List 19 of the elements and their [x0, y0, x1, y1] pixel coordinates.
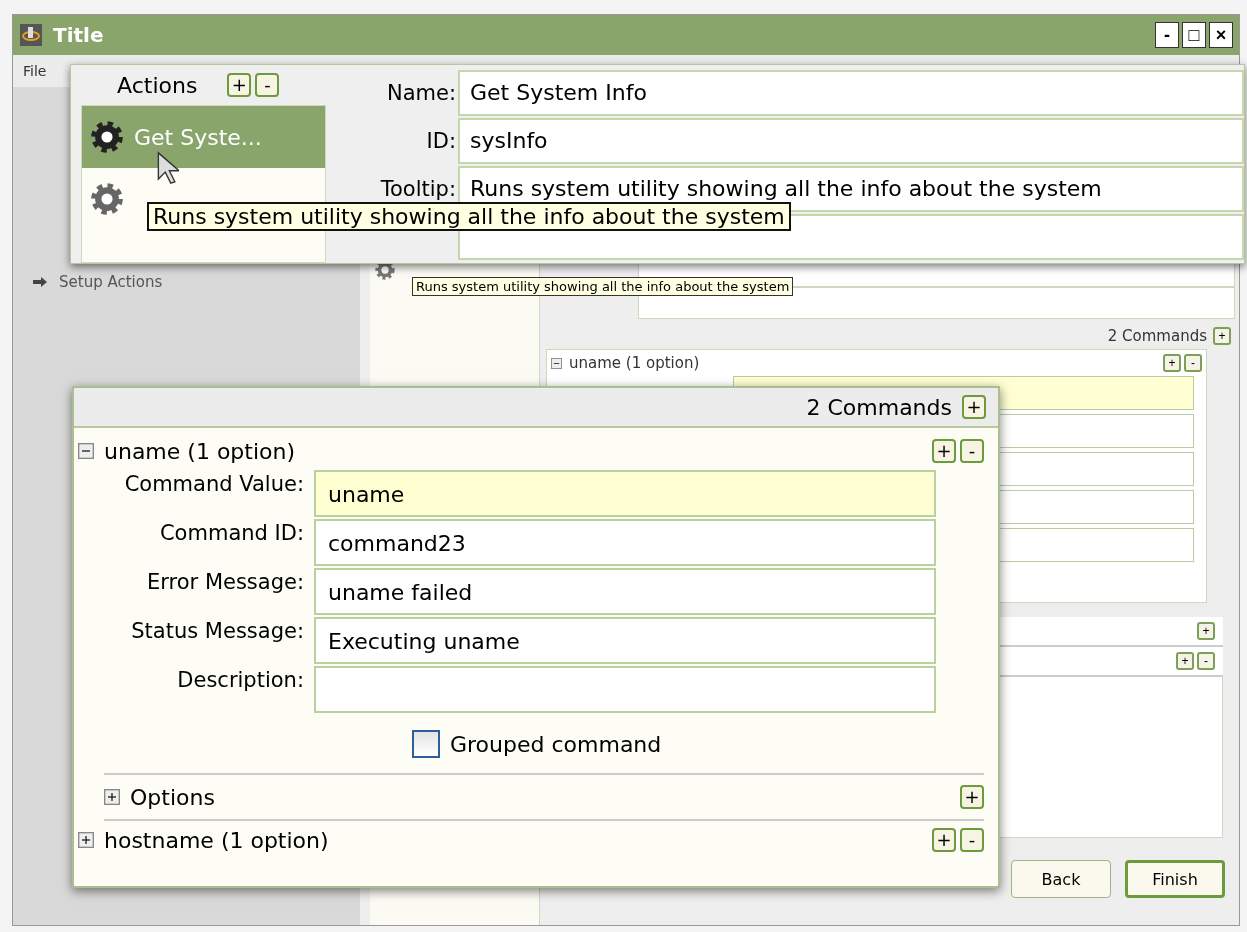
checkbox-label: Grouped command: [450, 731, 662, 757]
command-label: uname (1 option): [104, 438, 297, 464]
command-label: hostname (1 option): [104, 827, 330, 853]
field-label: Description:: [176, 667, 305, 692]
tooltip: Runs system utility showing all the info about the system: [412, 277, 794, 296]
field-label: Error Message:: [146, 569, 305, 594]
commands-count: 2 Commands: [806, 394, 952, 420]
field-label: ID:: [425, 129, 457, 153]
field-label: Command ID:: [158, 520, 305, 545]
window-title: Title: [53, 23, 104, 47]
field-label: Name:: [385, 81, 457, 105]
commands-count: 2 Commands: [1107, 327, 1207, 345]
tooltip: Runs system utility showing all the info about the system: [147, 202, 791, 231]
field-label: Status Message:: [130, 618, 305, 643]
field-label: Command Value:: [123, 471, 305, 496]
command-label: uname (1 option): [569, 354, 701, 372]
actions-heading: Actions: [117, 72, 198, 98]
options-label: Options: [130, 784, 216, 810]
field-label: Tooltip:: [379, 177, 457, 201]
